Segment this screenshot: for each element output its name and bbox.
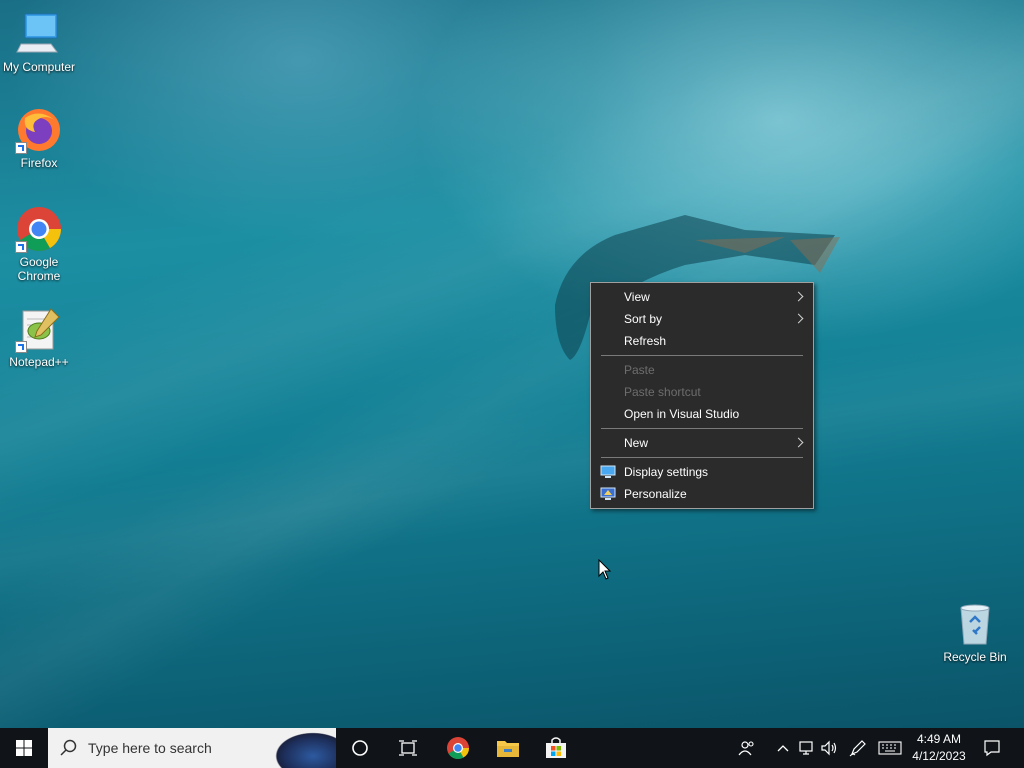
desktop-icon-firefox[interactable]: Firefox [1, 106, 77, 170]
menu-item-paste-shortcut: Paste shortcut [591, 381, 813, 403]
firefox-icon [15, 106, 63, 154]
desktop-icon-label: My Computer [2, 60, 76, 74]
chevron-up-icon [777, 745, 789, 752]
menu-item-label: View [624, 290, 650, 304]
menu-item-sort-by[interactable]: Sort by [591, 308, 813, 330]
volume-icon [821, 740, 837, 756]
taskbar-clock[interactable]: 4:49 AM 4/12/2023 [900, 731, 978, 765]
desktop-icon-notepadpp[interactable]: Notepad++ [1, 305, 77, 369]
personalize-icon [600, 487, 616, 500]
task-view-icon [399, 740, 417, 756]
windows-logo-icon [16, 740, 32, 756]
taskbar-chrome-button[interactable] [434, 728, 482, 768]
submenu-arrow-icon [793, 291, 804, 302]
desktop-icon-label: Firefox [20, 156, 58, 170]
desktop-icon-label: Recycle Bin [943, 650, 1007, 664]
menu-item-label: Sort by [624, 312, 663, 326]
computer-icon [15, 10, 63, 58]
menu-item-personalize[interactable]: Personalize [591, 483, 813, 505]
shortcut-arrow-icon [15, 341, 27, 353]
start-button[interactable] [0, 728, 48, 768]
menu-item-label: Personalize [624, 487, 687, 501]
menu-separator [601, 355, 803, 356]
network-icon [799, 741, 813, 755]
menu-item-new[interactable]: New [591, 432, 813, 454]
menu-item-label: Display settings [624, 465, 709, 479]
chrome-icon [15, 205, 63, 253]
network-button[interactable] [796, 728, 818, 768]
submenu-arrow-icon [793, 313, 804, 324]
menu-item-view[interactable]: View [591, 286, 813, 308]
taskbar-search-box[interactable]: Type here to search [48, 728, 336, 768]
volume-button[interactable] [818, 728, 840, 768]
wallpaper [0, 0, 1024, 728]
menu-separator [601, 428, 803, 429]
people-icon [738, 741, 754, 756]
notification-icon [984, 740, 1000, 757]
menu-item-open-in-visual-studio[interactable]: Open in Visual Studio [591, 403, 813, 425]
menu-item-label: Open in Visual Studio [624, 407, 740, 421]
menu-item-label: Paste shortcut [624, 385, 701, 399]
search-highlight-image [253, 728, 336, 768]
clock-date: 4/12/2023 [912, 749, 966, 763]
show-hidden-icons-button[interactable] [772, 728, 794, 768]
microsoft-store-icon [546, 737, 566, 758]
menu-item-refresh[interactable]: Refresh [591, 330, 813, 352]
desktop-icon-label: Google Chrome [17, 255, 61, 283]
task-view-button[interactable] [384, 728, 432, 768]
desktop-icon-recycle-bin[interactable]: Recycle Bin [937, 600, 1013, 664]
pen-icon [849, 740, 866, 757]
search-icon [60, 739, 77, 756]
search-placeholder: Type here to search [88, 740, 212, 756]
taskbar-store-button[interactable] [532, 728, 580, 768]
menu-item-label: Refresh [624, 334, 667, 348]
pen-workspace-button[interactable] [846, 728, 870, 768]
cortana-button[interactable] [336, 728, 384, 768]
cortana-icon [352, 740, 368, 756]
shortcut-arrow-icon [15, 241, 27, 253]
menu-item-label: New [624, 436, 649, 450]
chrome-icon [447, 737, 469, 759]
taskbar-file-explorer-button[interactable] [484, 728, 532, 768]
shortcut-arrow-icon [15, 142, 27, 154]
notepadpp-icon [15, 305, 63, 353]
action-center-button[interactable] [976, 728, 1008, 768]
display-icon [600, 465, 616, 478]
desktop-icon-my-computer[interactable]: My Computer [1, 10, 77, 74]
menu-item-paste: Paste [591, 359, 813, 381]
mouse-cursor-icon [598, 559, 612, 580]
people-button[interactable] [734, 728, 760, 768]
desktop-context-menu: View Sort by Refresh Paste Paste shortcu… [590, 282, 814, 509]
menu-item-label: Paste [624, 363, 655, 377]
menu-separator [601, 457, 803, 458]
taskbar: Type here to search 4:49 AM 4/12/2023 [0, 728, 1024, 768]
keyboard-icon [878, 741, 902, 755]
file-explorer-icon [497, 741, 519, 757]
desktop-icon-chrome[interactable]: Google Chrome [1, 205, 77, 283]
clock-time: 4:49 AM [916, 732, 962, 746]
desktop-icon-label: Notepad++ [9, 355, 69, 369]
recycle-bin-icon [951, 600, 999, 648]
menu-item-display-settings[interactable]: Display settings [591, 461, 813, 483]
submenu-arrow-icon [793, 437, 804, 448]
